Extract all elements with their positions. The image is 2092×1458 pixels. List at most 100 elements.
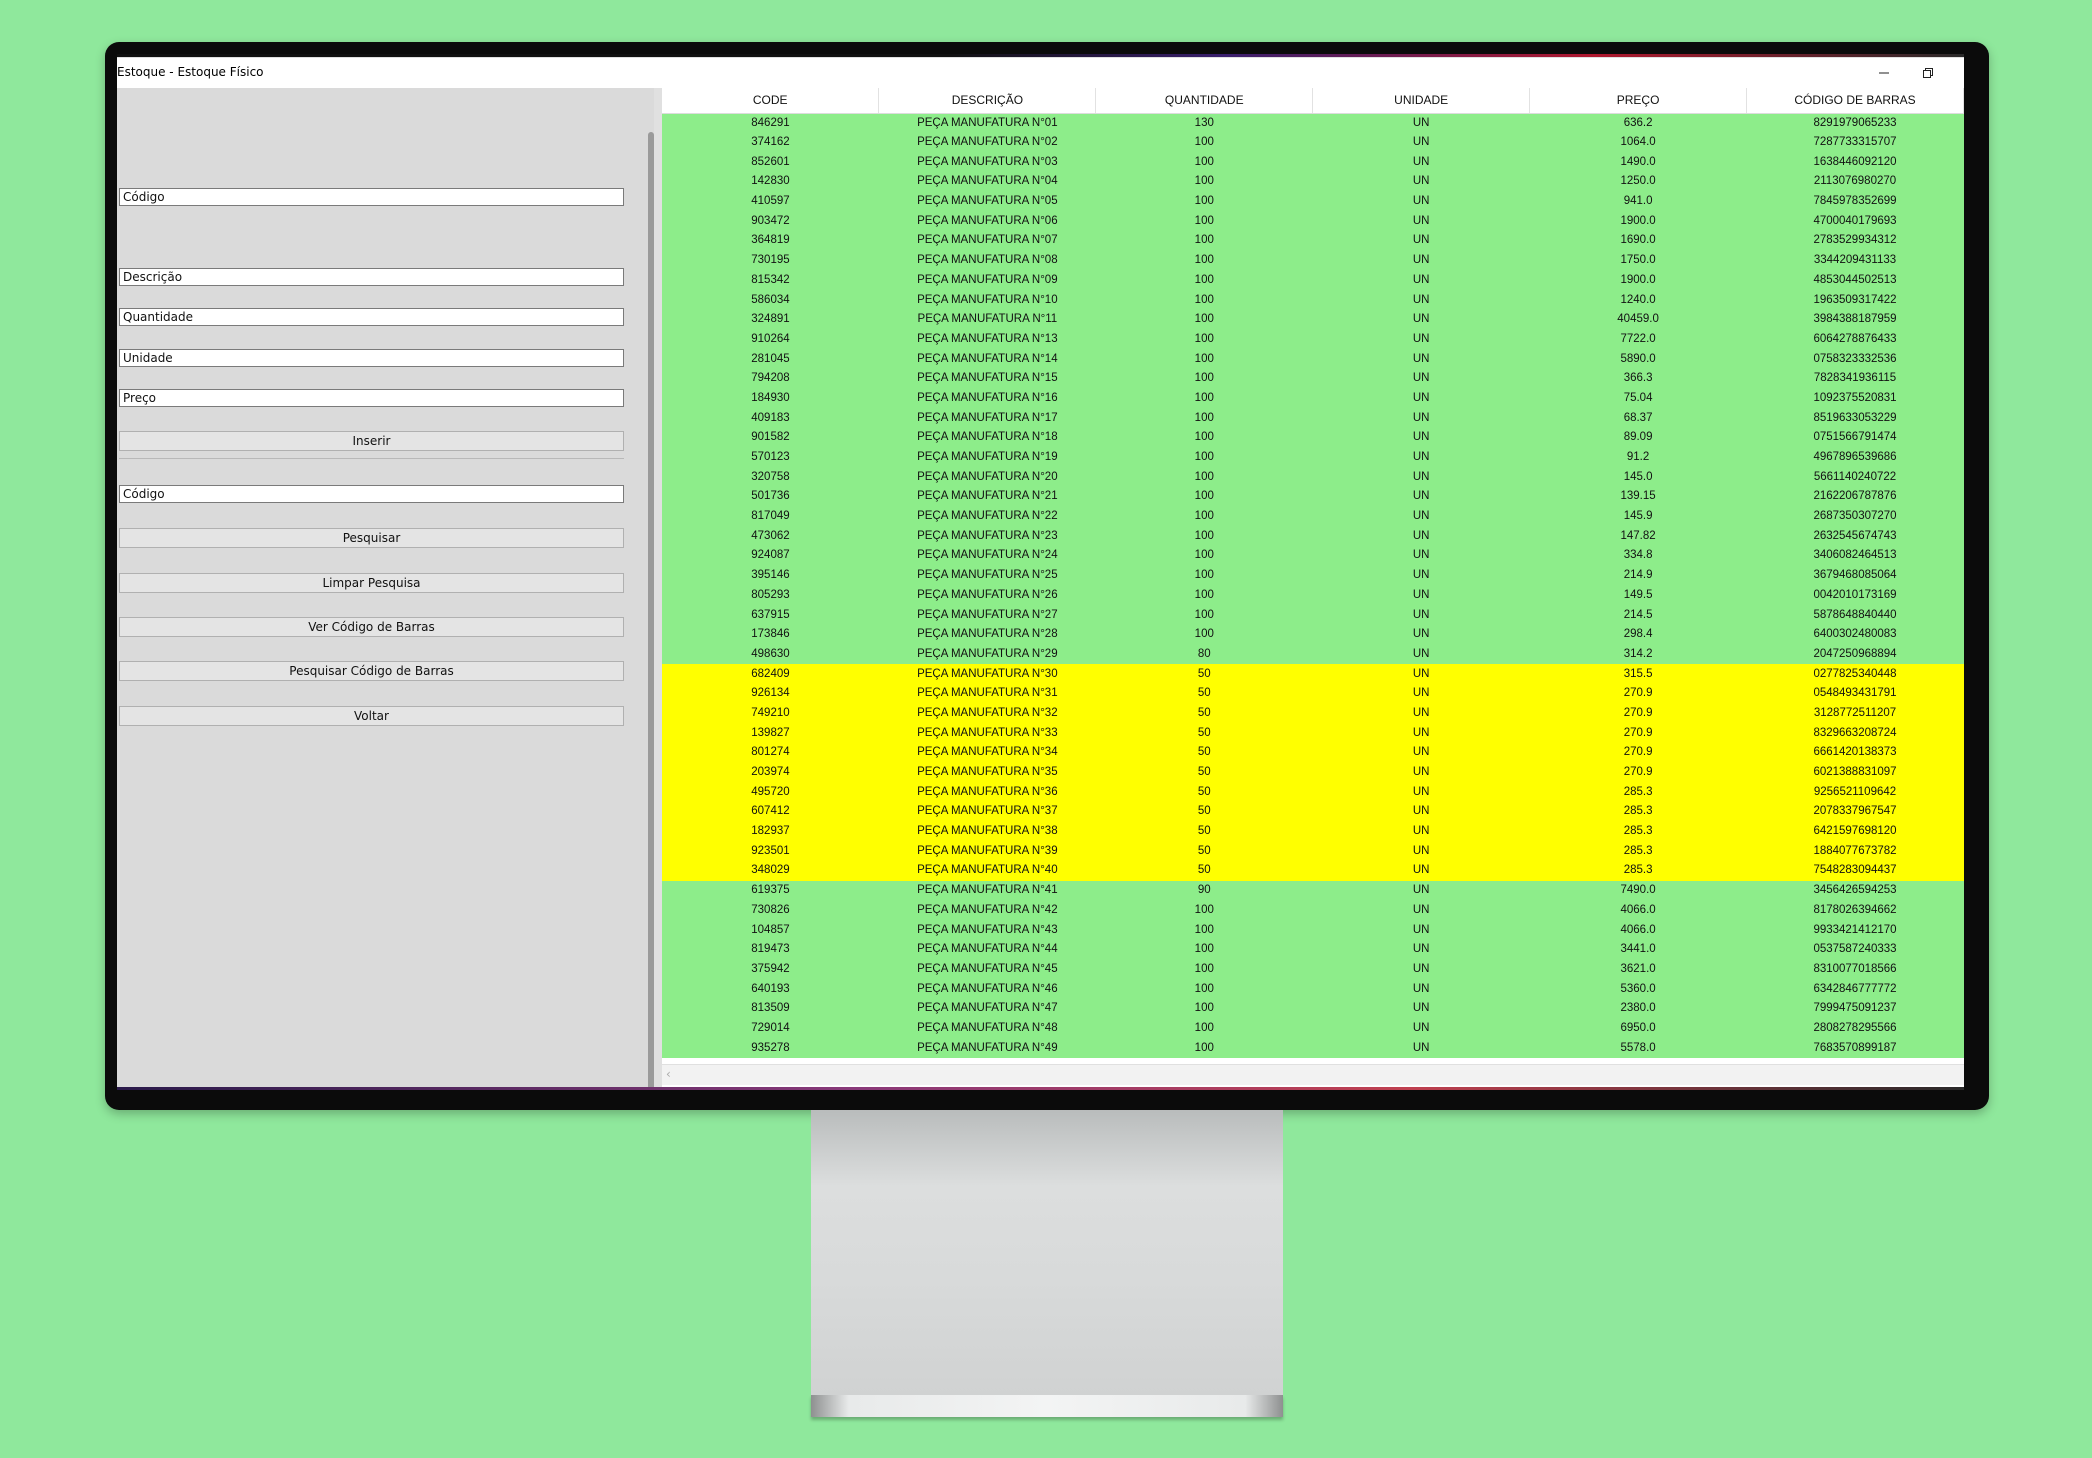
table-row[interactable]: 410597 PEÇA MANUFATURA N°05 100 UN 941.0 7845… (662, 191, 1964, 212)
cell-preco: 145.9 (1529, 506, 1747, 527)
table-row[interactable]: 730195 PEÇA MANUFATURA N°08 100 UN 1750.0 334… (662, 250, 1964, 271)
table-header-row: CODE DESCRIÇÃO QUANTIDADE UNIDADE PREÇO … (662, 88, 1964, 114)
table-row[interactable]: 794208 PEÇA MANUFATURA N°15 100 UN 366.3 7828… (662, 368, 1964, 389)
column-header-descricao[interactable]: DESCRIÇÃO (878, 88, 1097, 114)
table-row[interactable]: 586034 PEÇA MANUFATURA N°10 100 UN 1240.0 196… (662, 290, 1964, 310)
column-header-code[interactable]: CODE (662, 88, 880, 114)
table-row[interactable]: 173846 PEÇA MANUFATURA N°28 100 UN 298.4 6400… (662, 624, 1964, 645)
table-row[interactable]: 139827 PEÇA MANUFATURA N°33 50 UN 270.9 83296… (662, 723, 1964, 743)
cell-preco: 1064.0 (1529, 132, 1747, 153)
cell-quantidade: 100 (1095, 270, 1313, 291)
table-row[interactable]: 281045 PEÇA MANUFATURA N°14 100 UN 5890.0 075… (662, 349, 1964, 369)
table-row[interactable]: 926134 PEÇA MANUFATURA N°31 50 UN 270.9 05484… (662, 683, 1964, 704)
table-row[interactable]: 348029 PEÇA MANUFATURA N°40 50 UN 285.3 75482… (662, 861, 1964, 881)
table-row[interactable]: 749210 PEÇA MANUFATURA N°32 50 UN 270.9 31287… (662, 703, 1964, 724)
table-row[interactable]: 935278 PEÇA MANUFATURA N°49 100 UN 5578.0 768… (662, 1038, 1964, 1058)
cell-code: 935278 (662, 1038, 879, 1058)
table-row[interactable]: 640193 PEÇA MANUFATURA N°46 100 UN 5360.0 634… (662, 979, 1964, 999)
table-row[interactable]: 805293 PEÇA MANUFATURA N°26 100 UN 149.5 0042… (662, 585, 1964, 606)
table-row[interactable]: 923501 PEÇA MANUFATURA N°39 50 UN 285.3 18840… (662, 841, 1964, 862)
cell-quantidade: 100 (1095, 329, 1313, 350)
column-header-preco[interactable]: PREÇO (1529, 88, 1748, 114)
table-row[interactable]: 901582 PEÇA MANUFATURA N°18 100 UN 89.09 0751… (662, 428, 1964, 448)
cell-preco: 214.9 (1529, 565, 1747, 586)
table-row[interactable]: 501736 PEÇA MANUFATURA N°21 100 UN 139.15 216… (662, 487, 1964, 507)
table-row[interactable]: 182937 PEÇA MANUFATURA N°38 50 UN 285.3 64215… (662, 821, 1964, 842)
cell-quantidade: 50 (1095, 723, 1313, 743)
codigo-field[interactable]: Código (119, 188, 624, 206)
cell-code: 410597 (662, 191, 879, 212)
preco-field[interactable]: Preço (119, 389, 624, 407)
cell-descricao: PEÇA MANUFATURA N°20 (878, 467, 1096, 488)
table-row[interactable]: 619375 PEÇA MANUFATURA N°41 90 UN 7490.0 3456… (662, 880, 1964, 901)
table-row[interactable]: 203974 PEÇA MANUFATURA N°35 50 UN 270.9 60213… (662, 762, 1964, 783)
pesquisar-codigo-barras-button[interactable]: Pesquisar Código de Barras (119, 661, 624, 681)
table-row[interactable]: 801274 PEÇA MANUFATURA N°34 50 UN 270.9 66614… (662, 743, 1964, 763)
cell-descricao: PEÇA MANUFATURA N°24 (878, 546, 1096, 566)
cell-preco: 91.2 (1529, 447, 1747, 468)
cell-descricao: PEÇA MANUFATURA N°48 (878, 1018, 1096, 1039)
cell-codigo-barras: 2808278295566 (1746, 1018, 1964, 1039)
cell-unidade: UN (1312, 270, 1530, 291)
pesquisar-button[interactable]: Pesquisar (119, 528, 624, 548)
form-scrollbar[interactable] (648, 132, 654, 1090)
cell-descricao: PEÇA MANUFATURA N°18 (878, 428, 1096, 448)
table-row[interactable]: 395146 PEÇA MANUFATURA N°25 100 UN 214.9 3679… (662, 565, 1964, 586)
table-row[interactable]: 852601 PEÇA MANUFATURA N°03 100 UN 1490.0 163… (662, 152, 1964, 173)
table-row[interactable]: 846291 PEÇA MANUFATURA N°01 130 UN 636.2 8291… (662, 113, 1964, 133)
voltar-button[interactable]: Voltar (119, 706, 624, 726)
close-icon[interactable] (1950, 58, 1964, 88)
cell-codigo-barras: 6661420138373 (1746, 743, 1964, 763)
cell-unidade: UN (1312, 841, 1530, 862)
table-row[interactable]: 682409 PEÇA MANUFATURA N°30 50 UN 315.5 02778… (662, 664, 1964, 684)
cell-quantidade: 100 (1095, 290, 1313, 310)
table-row[interactable]: 324891 PEÇA MANUFATURA N°11 100 UN 40459.0 39… (662, 309, 1964, 330)
column-header-codigo-barras[interactable]: CÓDIGO DE BARRAS (1746, 88, 1964, 114)
table-row[interactable]: 375942 PEÇA MANUFATURA N°45 100 UN 3621.0 831… (662, 959, 1964, 980)
quantidade-field[interactable]: Quantidade (119, 308, 624, 326)
table-row[interactable]: 498630 PEÇA MANUFATURA N°29 80 UN 314.2 20472… (662, 644, 1964, 665)
table-row[interactable]: 924087 PEÇA MANUFATURA N°24 100 UN 334.8 3406… (662, 546, 1964, 566)
table-row[interactable]: 910264 PEÇA MANUFATURA N°13 100 UN 7722.0 606… (662, 329, 1964, 350)
table-row[interactable]: 729014 PEÇA MANUFATURA N°48 100 UN 6950.0 280… (662, 1018, 1964, 1039)
table-horizontal-scrollbar[interactable]: ‹ (662, 1064, 1964, 1085)
limpar-pesquisa-button[interactable]: Limpar Pesquisa (119, 573, 624, 593)
table-row[interactable]: 495720 PEÇA MANUFATURA N°36 50 UN 285.3 92565… (662, 782, 1964, 803)
table-row[interactable]: 607412 PEÇA MANUFATURA N°37 50 UN 285.3 20783… (662, 802, 1964, 822)
column-header-unidade[interactable]: UNIDADE (1312, 88, 1531, 114)
cell-preco: 270.9 (1529, 683, 1747, 704)
inserir-button[interactable]: Inserir (119, 431, 624, 451)
cell-code: 924087 (662, 546, 879, 566)
search-codigo-field[interactable]: Código (119, 485, 624, 503)
scroll-left-icon[interactable]: ‹ (666, 1067, 671, 1081)
table-row[interactable]: 903472 PEÇA MANUFATURA N°06 100 UN 1900.0 470… (662, 211, 1964, 232)
cell-codigo-barras: 4853044502513 (1746, 270, 1964, 291)
table-row[interactable]: 817049 PEÇA MANUFATURA N°22 100 UN 145.9 2687… (662, 506, 1964, 527)
column-header-quantidade[interactable]: QUANTIDADE (1095, 88, 1314, 114)
unidade-field[interactable]: Unidade (119, 349, 624, 367)
descricao-field[interactable]: Descrição (119, 268, 624, 286)
table-row[interactable]: 730826 PEÇA MANUFATURA N°42 100 UN 4066.0 817… (662, 900, 1964, 921)
cell-codigo-barras: 6400302480083 (1746, 624, 1964, 645)
table-row[interactable]: 815342 PEÇA MANUFATURA N°09 100 UN 1900.0 485… (662, 270, 1964, 291)
table-row[interactable]: 184930 PEÇA MANUFATURA N°16 100 UN 75.04 1092… (662, 388, 1964, 409)
table-row[interactable]: 104857 PEÇA MANUFATURA N°43 100 UN 4066.0 993… (662, 920, 1964, 940)
table-row[interactable]: 473062 PEÇA MANUFATURA N°23 100 UN 147.82 263… (662, 526, 1964, 547)
table-row[interactable]: 320758 PEÇA MANUFATURA N°20 100 UN 145.0 5661… (662, 467, 1964, 488)
minimize-icon[interactable] (1862, 58, 1906, 88)
cell-quantidade: 100 (1095, 920, 1313, 940)
ver-codigo-barras-button[interactable]: Ver Código de Barras (119, 617, 624, 637)
table-row[interactable]: 409183 PEÇA MANUFATURA N°17 100 UN 68.37 8519… (662, 408, 1964, 428)
cell-unidade: UN (1312, 388, 1530, 409)
table-row[interactable]: 637915 PEÇA MANUFATURA N°27 100 UN 214.5 5878… (662, 605, 1964, 625)
table-row[interactable]: 374162 PEÇA MANUFATURA N°02 100 UN 1064.0 728… (662, 132, 1964, 153)
table-row[interactable]: 142830 PEÇA MANUFATURA N°04 100 UN 1250.0 211… (662, 172, 1964, 192)
table-row[interactable]: 570123 PEÇA MANUFATURA N°19 100 UN 91.2 49678… (662, 447, 1964, 468)
restore-icon[interactable] (1906, 58, 1950, 88)
table-row[interactable]: 819473 PEÇA MANUFATURA N°44 100 UN 3441.0 053… (662, 939, 1964, 960)
cell-descricao: PEÇA MANUFATURA N°32 (878, 703, 1096, 724)
table-row[interactable]: 364819 PEÇA MANUFATURA N°07 100 UN 1690.0 278… (662, 231, 1964, 251)
cell-code: 815342 (662, 270, 879, 291)
table-row[interactable]: 813509 PEÇA MANUFATURA N°47 100 UN 2380.0 799… (662, 998, 1964, 1019)
cell-descricao: PEÇA MANUFATURA N°08 (878, 250, 1096, 271)
